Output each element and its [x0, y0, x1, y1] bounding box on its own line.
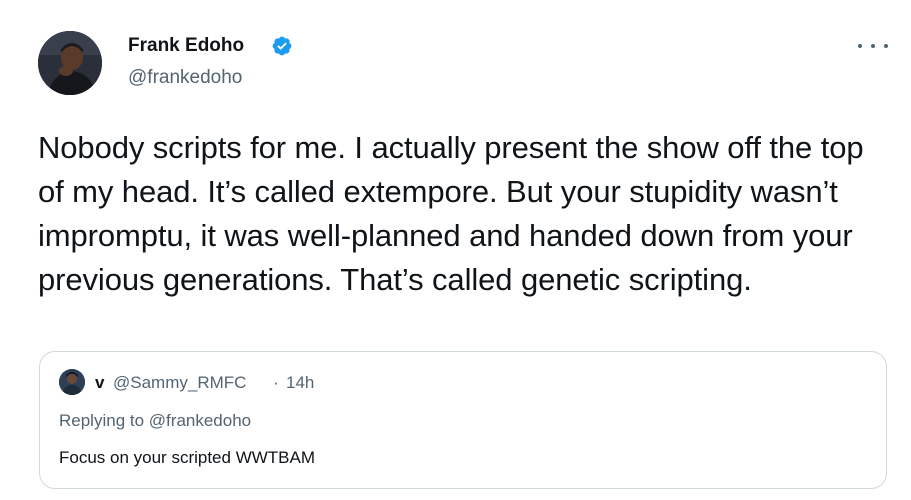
verified-badge-icon — [272, 36, 292, 56]
author-handle[interactable]: @frankedoho — [128, 67, 242, 89]
quoted-display-name[interactable]: v — [95, 373, 104, 393]
quoted-author-avatar[interactable] — [59, 369, 85, 395]
replying-to-handle[interactable]: @frankedoho — [149, 411, 251, 430]
quoted-tweet-text: Focus on your scripted WWTBAM — [59, 448, 316, 467]
quoted-timestamp[interactable]: 14h — [286, 373, 314, 393]
author-avatar[interactable] — [38, 31, 102, 95]
replying-to-line: Replying to @frankedoho — [59, 411, 251, 431]
separator-dot: · — [273, 373, 279, 392]
replying-to-prefix: Replying to — [59, 411, 145, 430]
more-dot — [884, 44, 888, 48]
tweet: Frank Edoho @frankedoho Nobody scripts f… — [0, 0, 911, 500]
more-dot — [858, 44, 862, 48]
quoted-tweet[interactable]: v @Sammy_RMFC · 14h Replying to @franked… — [39, 351, 887, 489]
more-dot — [871, 44, 875, 48]
quoted-handle[interactable]: @Sammy_RMFC — [113, 373, 246, 393]
tweet-text: Nobody scripts for me. I actually presen… — [38, 130, 864, 297]
more-horizontal-icon[interactable] — [858, 38, 888, 54]
author-display-name[interactable]: Frank Edoho — [128, 35, 244, 57]
